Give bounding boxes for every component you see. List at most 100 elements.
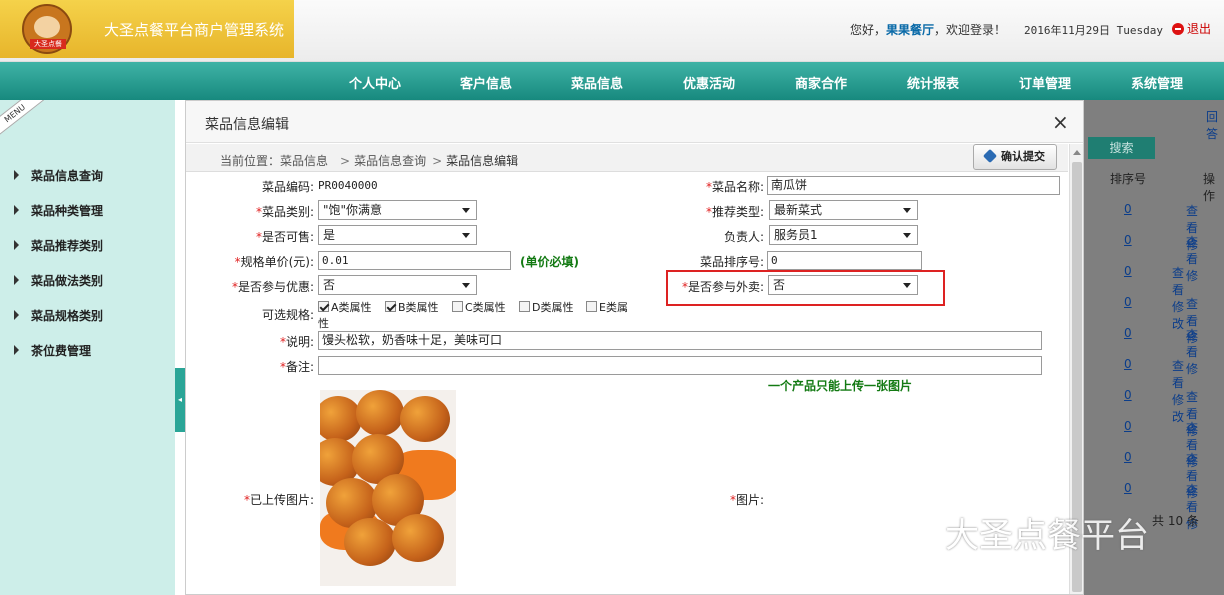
breadcrumb-item[interactable]: 菜品信息 [280,154,328,168]
row-sort[interactable]: 0 [1124,202,1132,216]
name-field[interactable]: 南瓜饼 [767,176,1060,195]
top-bar: 大圣点餐 大圣点餐平台商户管理系统 您好，果果餐厅，欢迎登录！ 2016年11月… [0,0,1224,62]
desc-label: *说明: [279,335,314,349]
row-sort[interactable]: 0 [1124,481,1132,495]
restaurant-name[interactable]: 果果餐厅 [886,23,934,37]
sellable-select[interactable]: 是 [318,225,477,245]
current-date: 2016年11月29日 Tuesday [1024,24,1163,37]
row-sort[interactable]: 0 [1124,357,1132,371]
breadcrumb-current: 菜品信息编辑 [446,154,519,168]
row-sort[interactable]: 0 [1124,264,1132,278]
sort-field[interactable]: 0 [767,251,922,270]
nav-item-customers[interactable]: 客户信息 [460,73,512,92]
spec-checkbox-d[interactable]: D类属性 [519,299,573,315]
nav-item-personal[interactable]: 个人中心 [349,73,401,92]
greeting: 您好， [850,23,887,37]
confirm-submit-button[interactable]: 确认提交 [973,144,1057,170]
spec-wrap-text: 性 [318,317,329,330]
sidebar: MENU 菜品信息查询 菜品种类管理 菜品推荐类别 菜品做法类别 菜品规格类别 … [0,100,175,595]
spec-label: 可选规格: [261,308,314,322]
row-view-modify[interactable]: 查看 修改 [1172,264,1184,332]
row-sort[interactable]: 0 [1124,233,1132,247]
sellable-label: *是否可售: [255,230,314,244]
confirm-label: 确认提交 [1001,150,1045,163]
sidebar-item-dish-query[interactable]: 菜品信息查询 [14,167,103,184]
search-button[interactable]: 搜索 [1088,137,1155,159]
nav-item-promotions[interactable]: 优惠活动 [683,73,735,92]
chevron-down-icon [903,283,911,288]
remark-field[interactable] [318,356,1042,375]
discount-select[interactable]: 否 [318,275,477,295]
nav-item-partners[interactable]: 商家合作 [795,73,847,92]
spec-checkbox-a[interactable]: A类属性 [318,299,372,315]
logout-icon [1172,23,1184,35]
desc-field[interactable]: 馒头松软，奶香味十足，美味可口 [318,331,1042,350]
logout-link[interactable]: 退出 [1172,20,1211,37]
row-sort[interactable]: 0 [1124,388,1132,402]
breadcrumb-separator: > [432,154,443,168]
menu-tag[interactable]: MENU [0,100,50,140]
nav-item-system[interactable]: 系统管理 [1131,73,1183,92]
chevron-down-icon [462,233,470,238]
chevron-down-icon [903,208,911,213]
sidebar-item-dish-category[interactable]: 菜品种类管理 [14,202,103,219]
uploaded-image-label: *已上传图片: [243,493,314,507]
row-sort[interactable]: 0 [1124,295,1132,309]
col-header-op: 操作 [1203,172,1216,203]
checkbox-checked-icon [385,301,396,312]
spec-checkbox-e[interactable]: E类属 [586,299,628,315]
spec-checkbox-c[interactable]: C类属性 [452,299,506,315]
chevron-down-icon [462,283,470,288]
price-label: *规格单价(元): [234,255,314,269]
code-value: PR0040000 [318,179,378,192]
code-label: 菜品编码: [261,180,314,194]
row-sort[interactable]: 0 [1124,326,1132,340]
menu-tag-label: MENU [0,100,44,139]
welcome-suffix: ，欢迎登录！ [934,23,1007,37]
sidebar-collapse-handle[interactable]: ◂ [175,368,185,432]
price-hint: (单价必填) [520,255,579,269]
sidebar-item-spec-category[interactable]: 菜品规格类别 [14,307,103,324]
col-header-sort: 排序号 [1110,172,1147,186]
breadcrumb: 当前位置：菜品信息 > 菜品信息查询 > 菜品信息编辑 [186,144,1068,172]
row-view[interactable]: 查看 修 [1186,233,1198,284]
chevron-down-icon [462,208,470,213]
welcome-text: 您好，果果餐厅，欢迎登录！ [850,21,1006,38]
takeout-select[interactable]: 否 [768,275,918,295]
uploaded-dish-photo [320,390,456,586]
chevron-down-icon [903,233,911,238]
main-nav: 个人中心 客户信息 菜品信息 优惠活动 商家合作 统计报表 订单管理 系统管理 [0,62,1224,100]
nav-item-reports[interactable]: 统计报表 [907,73,959,92]
row-sort[interactable]: 0 [1124,450,1132,464]
scroll-up-icon[interactable] [1073,150,1081,155]
back-link[interactable]: 回答 [1206,108,1224,142]
recommend-select[interactable]: 最新菜式 [769,200,918,220]
sort-label: 菜品排序号: [699,255,764,269]
breadcrumb-item[interactable]: 菜品信息查询 [354,154,426,168]
monkey-logo-icon: 大圣点餐 [22,4,72,54]
close-icon[interactable]: × [1052,110,1069,134]
discount-label: *是否参与优惠: [231,280,314,294]
nav-item-dishes[interactable]: 菜品信息 [571,73,623,92]
category-select[interactable]: "饱"你满意 [318,200,477,220]
price-field[interactable]: 0.01 [318,251,511,270]
checkbox-checked-icon [318,301,329,312]
sidebar-item-cooking-category[interactable]: 菜品做法类别 [14,272,103,289]
breadcrumb-label: 当前位置： [220,154,281,168]
checkbox-icon [586,301,597,312]
pen-icon [982,148,998,164]
row-sort[interactable]: 0 [1124,419,1132,433]
row-view[interactable]: 查看 修 [1186,326,1198,377]
sidebar-item-tea-fee[interactable]: 茶位费管理 [14,342,91,359]
dialog-title: 菜品信息编辑 [205,117,289,133]
wechat-icon [878,520,928,554]
app-title: 大圣点餐平台商户管理系统 [104,21,285,39]
brand-area: 大圣点餐 大圣点餐平台商户管理系统 [0,0,294,58]
name-label: *菜品名称: [705,180,764,194]
nav-item-orders[interactable]: 订单管理 [1019,73,1071,92]
spec-checkbox-b[interactable]: B类属性 [385,299,439,315]
row-view-modify[interactable]: 查看 修改 [1172,357,1184,425]
takeout-label: *是否参与外卖: [681,280,764,294]
sidebar-item-recommend-category[interactable]: 菜品推荐类别 [14,237,103,254]
owner-select[interactable]: 服务员1 [769,225,918,245]
